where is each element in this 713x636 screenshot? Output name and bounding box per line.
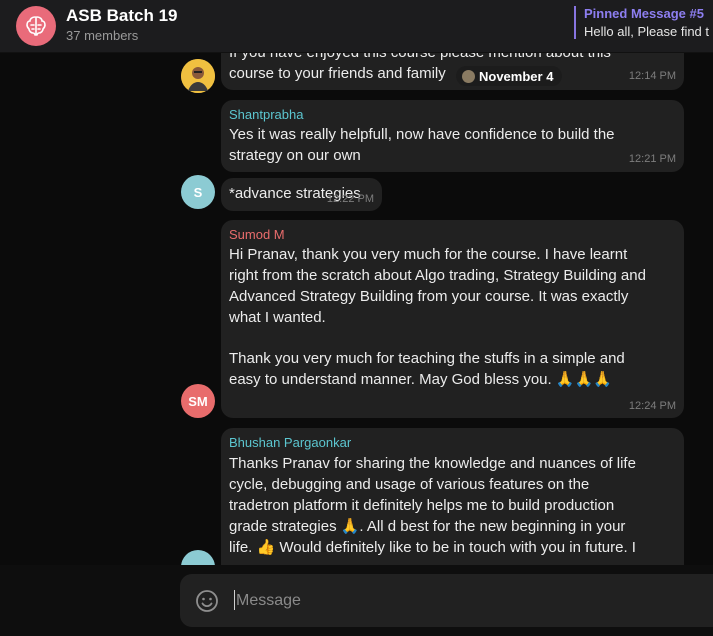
date-chip: November 4: [456, 66, 563, 86]
message-bubble[interactable]: Bhushan Pargaonkar Thanks Pranav for sha…: [221, 428, 684, 565]
message-line: life. 👍 Would definitely like to be in t…: [229, 539, 636, 556]
message-bubble[interactable]: If you have enjoyed this course please m…: [221, 53, 684, 90]
message-line: cycle, debugging and usage of various fe…: [229, 476, 590, 493]
sender-name[interactable]: Bhushan Pargaonkar: [229, 435, 351, 450]
sticker-icon: [462, 69, 475, 83]
message-bubble[interactable]: Sumod M Hi Pranav, thank you very much f…: [221, 220, 684, 418]
avatar[interactable]: [181, 550, 215, 565]
message-line: right from the scratch about Algo tradin…: [229, 267, 646, 284]
pinned-message[interactable]: Pinned Message #5 Hello all, Please find…: [574, 6, 709, 39]
message-line: Advanced Strategy Building from your cou…: [229, 288, 629, 305]
emoji-icon[interactable]: [195, 589, 219, 613]
message-line: tradetron platform it definitely helps m…: [229, 497, 615, 514]
message-line: strategy on our own: [229, 147, 361, 164]
avatar-initials: SM: [188, 393, 208, 409]
chat-header[interactable]: ASB Batch 19 37 members Pinned Message #…: [0, 0, 713, 53]
sender-name[interactable]: Sumod M: [229, 227, 285, 242]
date-label: November 4: [479, 68, 554, 84]
message-line: Yes it was really helpfull, now have con…: [229, 126, 615, 143]
text-caret: [234, 590, 235, 610]
avatar[interactable]: S: [181, 175, 215, 209]
brain-icon: [26, 16, 46, 36]
message-line: course to your friends and family: [229, 65, 446, 82]
message-line: what I wanted.: [229, 309, 326, 326]
message-bubble[interactable]: Shantprabha Yes it was really helpfull, …: [221, 100, 684, 172]
pinned-message-text: Hello all, Please find t: [584, 24, 710, 39]
message-input[interactable]: [234, 588, 678, 614]
person-avatar-icon: [181, 59, 215, 93]
message-line: Thanks Pranav for sharing the knowledge …: [229, 455, 636, 472]
message-time: 12:21 PM: [628, 153, 676, 165]
message-bubble[interactable]: *advance strategies 12:22 PM: [221, 178, 382, 211]
sender-name[interactable]: Shantprabha: [229, 107, 303, 122]
avatar[interactable]: SM: [181, 384, 215, 418]
message-list[interactable]: If you have enjoyed this course please m…: [0, 53, 713, 565]
composer-box[interactable]: [180, 574, 713, 627]
message-line: Hi Pranav, thank you very much for the c…: [229, 246, 628, 263]
message-line: grade strategies 🙏. All d best for the n…: [229, 518, 626, 535]
avatar-initials: S: [193, 184, 203, 200]
avatar[interactable]: [181, 59, 215, 93]
message-time: 12:14 PM: [628, 70, 676, 82]
member-count: 37 members: [66, 28, 139, 43]
message-time: 12:22 PM: [326, 193, 374, 205]
pinned-message-title: Pinned Message #5: [584, 6, 704, 21]
group-avatar[interactable]: [16, 6, 56, 46]
message-line: If you have enjoyed this course please m…: [229, 53, 611, 63]
message-time: 12:24 PM: [628, 400, 676, 412]
message-line: Thank you very much for teaching the stu…: [229, 350, 625, 367]
chat-title: ASB Batch 19: [66, 6, 178, 25]
message-composer: [0, 565, 713, 636]
message-line: easy to understand manner. May God bless…: [229, 371, 612, 388]
